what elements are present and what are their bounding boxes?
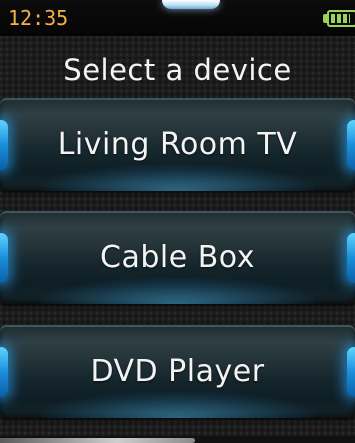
battery-icon — [327, 10, 355, 27]
device-label: Living Room TV — [57, 127, 298, 162]
bottom-strip — [0, 436, 355, 443]
device-label: DVD Player — [90, 354, 265, 389]
bottom-indicator-light — [0, 438, 195, 443]
device-label: Cable Box — [100, 240, 255, 275]
top-indicator-light — [162, 0, 220, 9]
battery-level — [331, 14, 350, 23]
remote-screen: 12:35 Select a device Living Room TV Cab… — [0, 0, 355, 443]
device-button-cable-box[interactable]: Cable Box — [0, 211, 355, 304]
status-bar: 12:35 — [0, 0, 355, 36]
device-button-dvd-player[interactable]: DVD Player — [0, 325, 355, 418]
clock: 12:35 — [8, 6, 69, 30]
page-title: Select a device — [63, 53, 292, 87]
device-button-living-room-tv[interactable]: Living Room TV — [0, 98, 355, 191]
